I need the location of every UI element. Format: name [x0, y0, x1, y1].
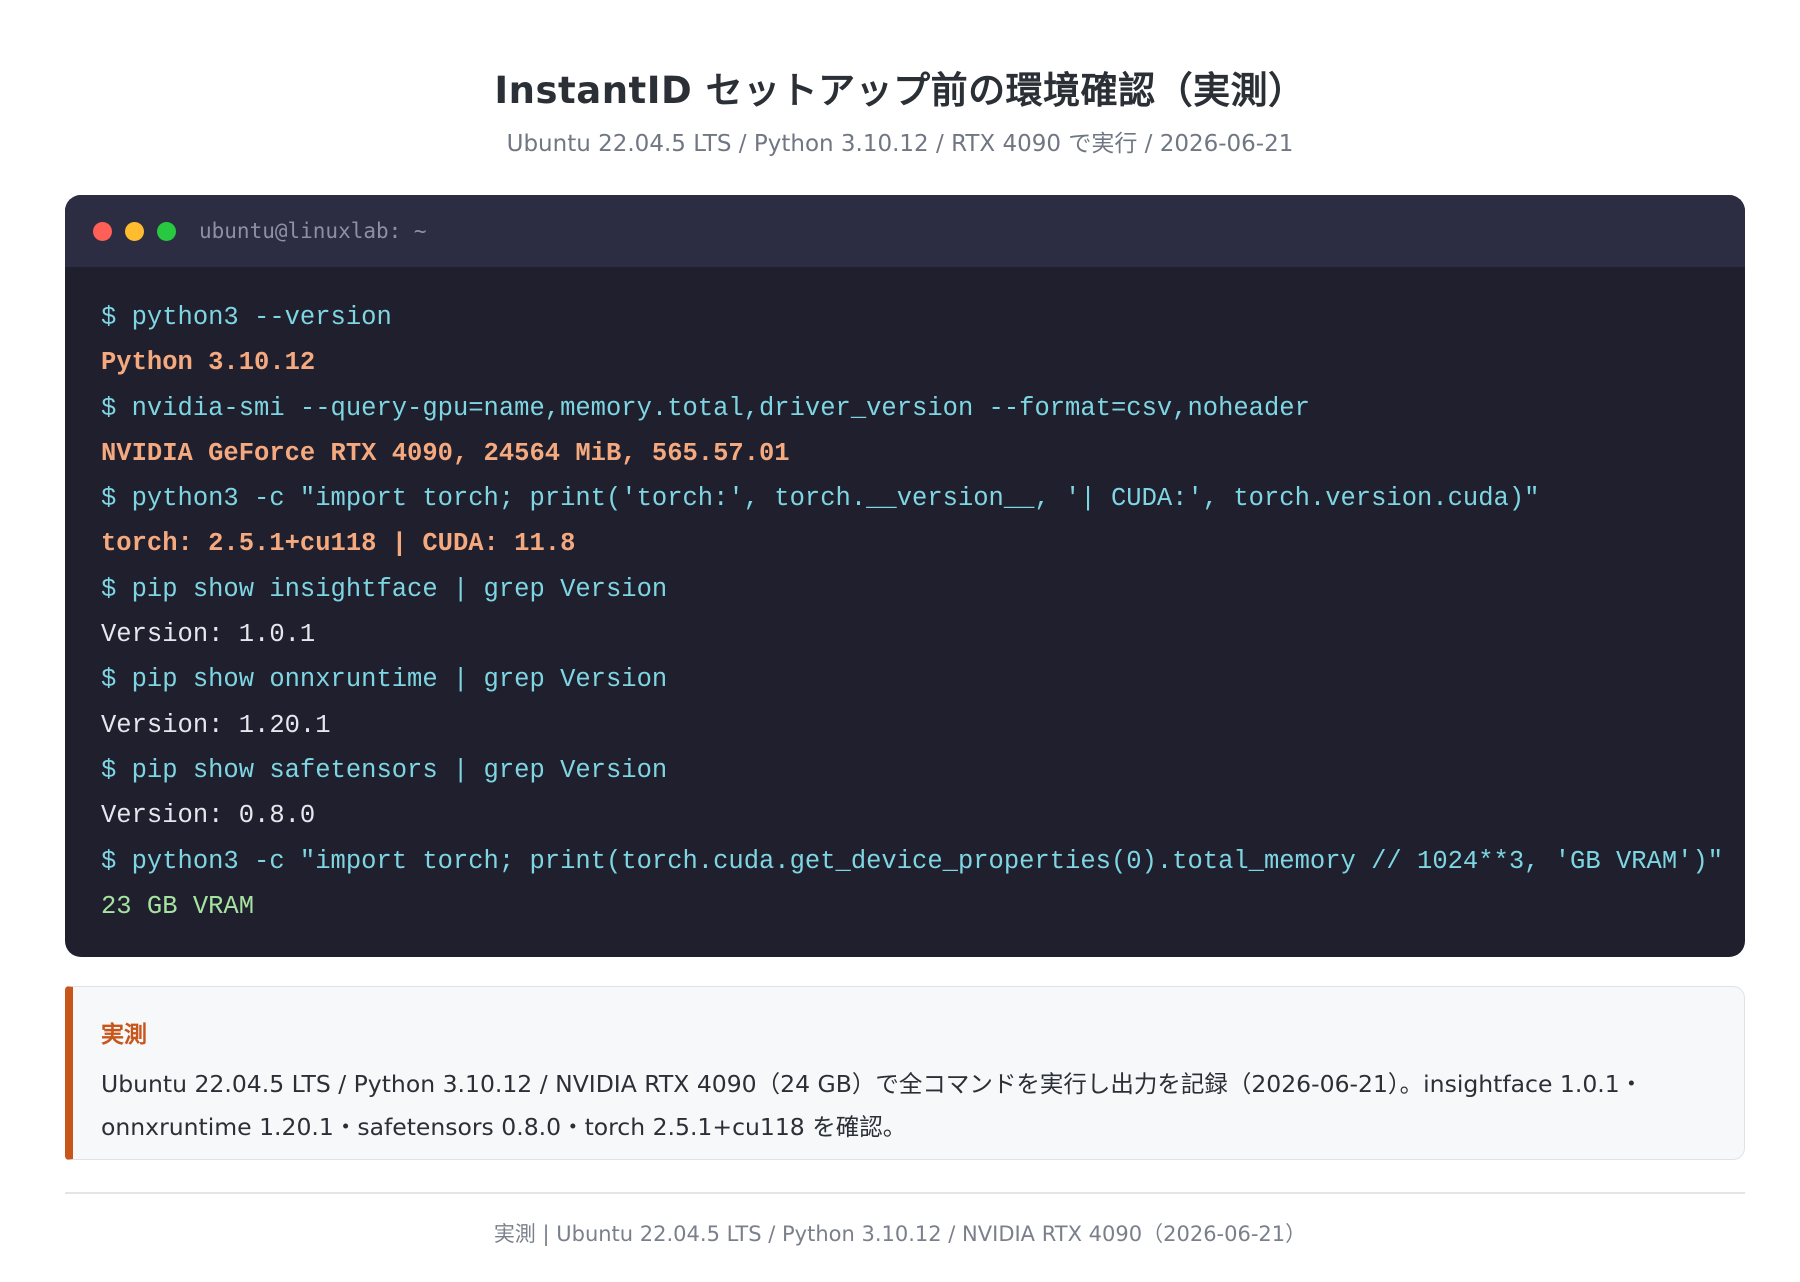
page-title: InstantID セットアップ前の環境確認（実測）: [494, 69, 1306, 112]
terminal-command-line: $ pip show insightface | grep Version: [101, 574, 668, 604]
measurement-note: 実測 Ubuntu 22.04.5 LTS / Python 3.10.12 /…: [65, 986, 1745, 1160]
page-subtitle: Ubuntu 22.04.5 LTS / Python 3.10.12 / RT…: [506, 131, 1294, 157]
maximize-window-dot-icon[interactable]: [157, 221, 176, 241]
terminal-command-line: $ python3 -c "import torch; print('torch…: [101, 484, 1540, 514]
terminal-command-line: $ pip show onnxruntime | grep Version: [101, 665, 668, 695]
note-text: Ubuntu 22.04.5 LTS / Python 3.10.12 / NV…: [101, 1070, 1644, 1141]
terminal-title: ubuntu@linuxlab: ~: [199, 219, 427, 243]
terminal-output-line: Python 3.10.12: [101, 348, 316, 378]
footer-text: 実測 | Ubuntu 22.04.5 LTS / Python 3.10.12…: [493, 1222, 1307, 1246]
terminal-output-line: torch: 2.5.1+cu118 | CUDA: 11.8: [101, 529, 576, 559]
terminal-command-line: $ nvidia-smi --query-gpu=name,memory.tot…: [101, 393, 1310, 423]
close-window-dot-icon[interactable]: [93, 221, 112, 241]
note-title: 実測: [101, 1022, 147, 1048]
terminal-output: $ python3 --version Python 3.10.12 $ nvidi…: [65, 267, 1745, 929]
terminal-command-line: $ python3 --version: [101, 303, 392, 332]
terminal-output-line: Version: 0.8.0: [101, 801, 316, 831]
terminal-output-line: 23 GB VRAM: [101, 891, 255, 921]
minimize-window-dot-icon[interactable]: [125, 221, 144, 241]
terminal-command-line: $ pip show safetensors | grep Version: [101, 755, 668, 785]
footer-divider: [65, 1192, 1745, 1194]
page: InstantID セットアップ前の環境確認（実測） Ubuntu 22.04.…: [0, 0, 1800, 1282]
terminal-window: ubuntu@linuxlab: ~ $ python3 --version Py…: [65, 195, 1745, 957]
terminal-output-line: Version: 1.20.1: [101, 710, 331, 740]
terminal-output-line: Version: 1.0.1: [101, 620, 316, 650]
terminal-command-line: $ python3 -c "import torch; print(torch.…: [101, 846, 1724, 876]
terminal-title-bar: ubuntu@linuxlab: ~: [65, 195, 1745, 267]
terminal-output-line: NVIDIA GeForce RTX 4090, 24564 MiB, 565.…: [101, 438, 790, 468]
